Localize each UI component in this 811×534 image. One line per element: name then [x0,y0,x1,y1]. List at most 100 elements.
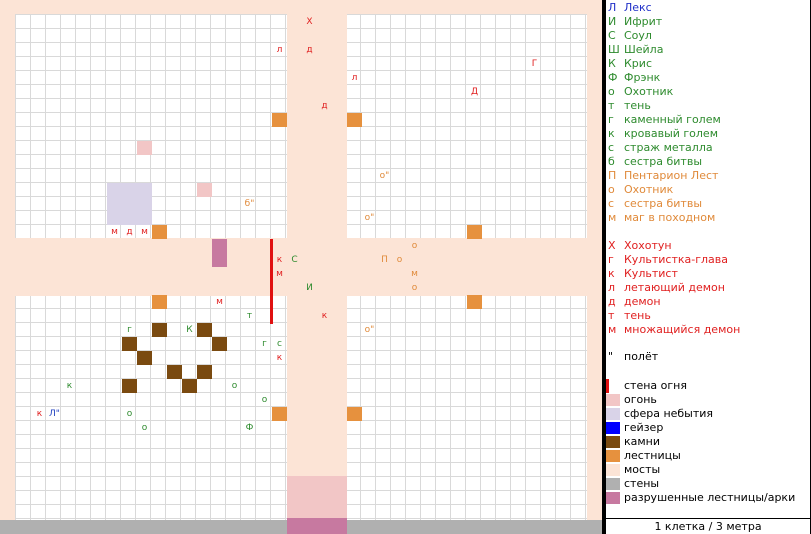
map-token[interactable]: м [212,295,227,309]
map-token[interactable]: д [122,225,137,239]
legend-symbol: П [608,169,617,182]
legend-character-row: с сестра битвы [606,197,810,211]
legend-enemy-row: л летающий демон [606,281,810,295]
map-token[interactable]: Г [527,57,542,71]
map-token[interactable]: К [182,323,197,337]
legend-character-row: Ф Фрэнк [606,71,810,85]
map-token[interactable]: м [137,225,152,239]
map-token[interactable]: И [302,281,317,295]
legend-character-row: Л Лекс [606,1,810,15]
map-token[interactable]: о [257,393,272,407]
legend-name: мосты [624,463,661,476]
legend-enemy-row: к Культист [606,267,810,281]
map-token[interactable]: о [392,253,407,267]
map-token[interactable]: л [347,71,362,85]
legend-terrain-row: разрушенные лестницы/арки [606,491,810,505]
bridge-top-row [0,0,602,14]
legend-name: Охотник [624,183,674,196]
map-token[interactable]: м [107,225,122,239]
legend-terrain-row: лестницы [606,449,810,463]
battle-map[interactable]: Хл д Гл Дд о" б" о" м д м о к С По м м Ио м т к г Ко" г с к к о о к Л… [0,0,602,534]
legend-enemy-row: т тень [606,309,810,323]
stairs-tile[interactable] [272,113,287,127]
rock-tile [122,337,137,351]
legend-name: камни [624,435,661,448]
map-token[interactable]: к [272,253,287,267]
map-token[interactable]: д [302,43,317,57]
legend-symbol: к [608,127,615,140]
map-token[interactable]: Х [302,15,317,29]
fire-zone [287,476,347,518]
legend-name: Лекс [624,1,652,14]
map-token[interactable]: о [137,421,152,435]
legend-swatch [606,422,620,434]
legend-name: Шейла [624,43,664,56]
map-token[interactable]: Д [467,85,482,99]
legend-name: гейзер [624,421,664,434]
wall-bottom-right [347,520,602,534]
legend-character-row: С Соул [606,29,810,43]
legend-name: стены [624,477,660,490]
map-token[interactable]: Л" [47,407,62,421]
legend-character-row: к кровавый голем [606,127,810,141]
map-token[interactable]: к [272,351,287,365]
legend-symbol: м [608,211,617,224]
legend-symbol: " [608,350,614,363]
legend-name: сестра битвы [624,155,702,168]
map-token[interactable]: к [32,407,47,421]
map-token[interactable]: о" [362,323,377,337]
map-token[interactable]: о" [362,211,377,225]
map-token[interactable]: б" [242,197,257,211]
stairs-tile[interactable] [272,407,287,421]
stairs-tile[interactable] [347,407,362,421]
stairs-tile[interactable] [347,113,362,127]
legend-symbol: к [608,267,615,280]
map-token[interactable]: м [272,267,287,281]
legend-enemy-row: д демон [606,295,810,309]
map-token[interactable]: г [257,337,272,351]
map-token[interactable]: о" [377,169,392,183]
legend-symbol: Л [608,1,617,14]
rock-tile [182,379,197,393]
legend-character-row: м маг в походном [606,211,810,225]
legend-symbol: Х [608,239,616,252]
scale-label: 1 клетка / 3 метра [606,518,810,534]
legend-swatch [606,492,620,504]
rock-tile [137,351,152,365]
map-token[interactable]: м [407,267,422,281]
map-token[interactable]: т [242,309,257,323]
map-token[interactable]: о [122,407,137,421]
fire-tile [137,141,152,155]
wall-bottom-left [0,520,287,534]
legend-character-row: б сестра битвы [606,155,810,169]
legend-swatch [606,450,620,462]
map-token[interactable]: л [272,43,287,57]
map-token[interactable]: д [317,99,332,113]
legend-name: страж металла [624,141,713,154]
stairs-tile[interactable] [152,295,167,309]
map-token[interactable]: о [407,281,422,295]
map-token[interactable]: к [62,379,77,393]
map-token[interactable]: Ф [242,421,257,435]
map-token[interactable]: г [122,323,137,337]
map-token[interactable]: с [272,337,287,351]
legend-symbol: т [608,309,615,322]
map-token[interactable]: к [317,309,332,323]
legend-flight-row: " полёт [606,350,810,364]
stairs-tile[interactable] [467,225,482,239]
legend-name: сестра битвы [624,197,702,210]
legend-terrain-row: гейзер [606,421,810,435]
map-token[interactable]: о [407,239,422,253]
stairs-tile[interactable] [467,295,482,309]
legend-symbol: И [608,15,617,28]
map-token[interactable]: П [377,253,392,267]
map-token[interactable]: С [287,253,302,267]
map-token[interactable]: о [227,379,242,393]
legend-symbol: л [608,281,616,294]
legend-terrain-row: камни [606,435,810,449]
stairs-tile[interactable] [152,225,167,239]
legend-terrain-row: огонь [606,393,810,407]
legend-panel: Л Лекс И Ифрит С Соул Ш Шейла К Крис Ф Фрэнк о Охотни… [606,0,811,534]
legend-name: Пентарион Лест [624,169,719,182]
bridge-left-column [0,0,15,520]
